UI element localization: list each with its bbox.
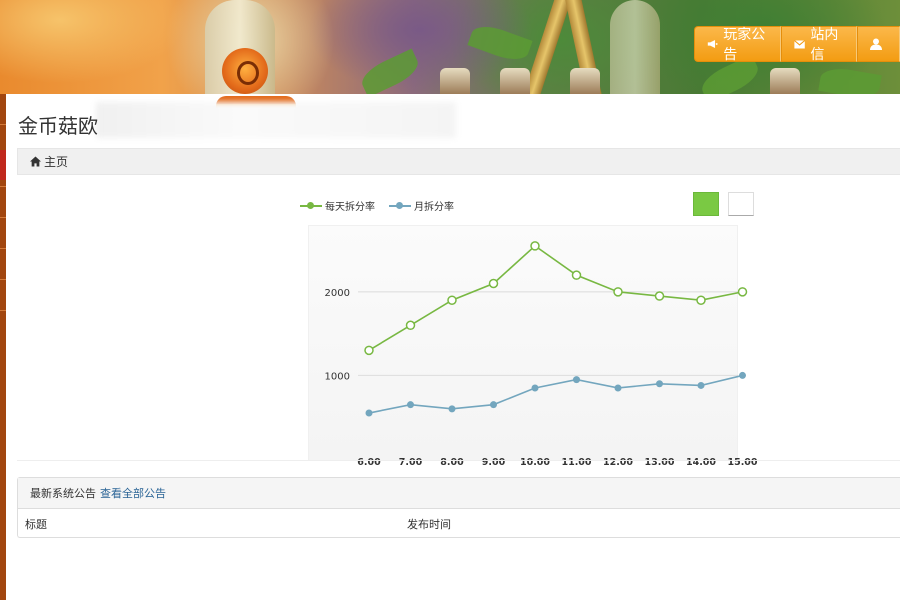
decor-leaf — [467, 20, 533, 66]
data-point — [365, 409, 373, 417]
data-point — [573, 376, 580, 384]
announcements-header: 最新系统公告 查看全部公告 — [18, 478, 900, 509]
decor-leaf — [818, 64, 882, 94]
data-point — [448, 405, 456, 413]
data-point — [737, 287, 748, 297]
mushroom-door-decor — [222, 48, 268, 94]
megaphone-icon — [707, 39, 718, 49]
home-icon — [30, 156, 41, 167]
data-point — [405, 320, 416, 331]
data-point — [656, 380, 663, 388]
decor-trunk — [610, 0, 660, 94]
nav-label: 玩家公告 — [723, 27, 766, 63]
user-menu-button[interactable] — [857, 26, 900, 62]
x-tick-label: 11.00 — [561, 457, 591, 468]
x-tick-label: 13.00 — [644, 457, 674, 468]
breadcrumb-home[interactable]: 主页 — [44, 153, 68, 170]
x-tick-label: 14.00 — [686, 457, 716, 468]
series-line — [368, 374, 743, 414]
series-line — [368, 244, 743, 352]
data-point — [739, 371, 746, 379]
x-tick-label: 12.00 — [603, 457, 633, 468]
announcements-heading: 最新系统公告 — [30, 487, 96, 500]
decor-bamboo — [523, 0, 573, 94]
mail-icon — [794, 39, 806, 48]
data-point — [447, 295, 457, 305]
decor-stump — [440, 68, 470, 94]
player-announcement-button[interactable]: 玩家公告 — [694, 26, 782, 63]
split-rate-chart: 每天拆分率 月拆分率 1000 2000 6.00 7.00 8.00 9.00 10.00… — [300, 185, 770, 475]
header-banner: 玩家公告 站内信 — [0, 0, 900, 94]
y-tick-label: 2000 — [325, 288, 350, 299]
data-point — [490, 401, 497, 409]
announcements-table-header: 标题 发布时间 — [18, 509, 900, 538]
sidebar-strip[interactable] — [0, 94, 6, 600]
x-tick-label: 8.00 — [440, 457, 464, 468]
data-point — [530, 241, 540, 251]
x-tick-label: 15.00 — [727, 457, 757, 468]
column-header-date: 发布时间 — [407, 517, 451, 531]
x-tick-label: 7.00 — [399, 457, 423, 468]
top-nav: 玩家公告 站内信 — [694, 26, 900, 63]
announcements-panel: 最新系统公告 查看全部公告 标题 发布时间 — [17, 477, 900, 538]
data-point — [614, 384, 622, 392]
blurred-region — [96, 102, 456, 138]
sidebar-active-marker — [0, 150, 6, 180]
y-tick-label: 1000 — [325, 371, 350, 382]
site-mail-button[interactable]: 站内信 — [781, 26, 857, 63]
x-tick-label: 9.00 — [482, 457, 506, 468]
nav-label: 站内信 — [810, 27, 839, 63]
column-header-title: 标题 — [25, 517, 47, 531]
user-icon — [870, 38, 882, 50]
data-point — [531, 384, 539, 392]
view-all-announcements-link[interactable]: 查看全部公告 — [100, 485, 166, 501]
data-point — [696, 295, 706, 305]
data-point — [488, 278, 499, 289]
data-point — [613, 287, 623, 297]
data-point — [407, 401, 414, 409]
page-title: 金币菇欧 — [18, 114, 98, 138]
x-tick-label: 6.00 — [357, 457, 381, 468]
data-point — [697, 381, 705, 389]
decor-stump — [500, 68, 530, 94]
data-point — [571, 270, 582, 280]
data-point — [364, 345, 374, 356]
decor-stump — [570, 68, 600, 94]
decor-leaf — [357, 48, 423, 94]
data-point — [654, 291, 665, 301]
chart-svg: 1000 2000 6.00 7.00 8.00 9.00 10.00 11.00 12.00 1… — [325, 241, 758, 468]
decor-stump — [770, 68, 800, 94]
x-tick-label: 10.00 — [520, 457, 550, 468]
divider — [17, 460, 900, 461]
breadcrumb: 主页 — [17, 148, 900, 175]
